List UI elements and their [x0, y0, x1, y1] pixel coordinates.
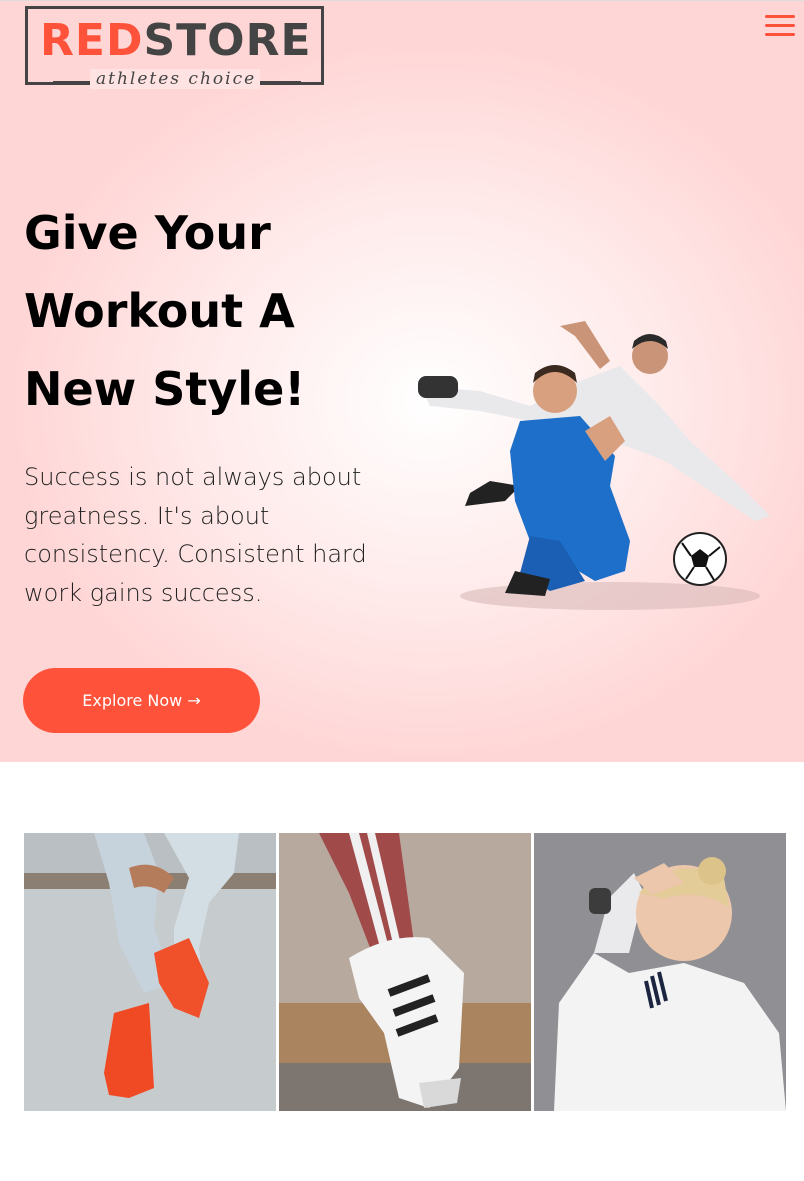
gallery-item[interactable] — [534, 833, 786, 1111]
logo-wordmark: REDSTORE — [40, 15, 312, 66]
headline-line-2: Workout A — [24, 284, 295, 338]
explore-now-button[interactable]: Explore Now → — [23, 668, 260, 733]
hero-subtext: Success is not always about greatness. I… — [24, 463, 367, 607]
headline-line-1: Give Your — [24, 206, 271, 260]
gallery-item[interactable] — [279, 833, 531, 1111]
hamburger-menu-icon[interactable] — [765, 13, 797, 39]
logo-tagline: athletes choice — [96, 69, 257, 89]
striped-sneaker-photo — [279, 833, 531, 1111]
red-sneakers-jeans-photo — [24, 833, 276, 1111]
gallery-item[interactable] — [24, 833, 276, 1111]
soccer-players-illustration — [418, 321, 770, 610]
hero-headline: Give Your Workout A New Style! — [24, 194, 404, 428]
gallery — [24, 833, 786, 1111]
hero-section: REDSTORE athletes choice Give Your Worko… — [0, 0, 804, 762]
logo[interactable]: REDSTORE athletes choice — [25, 6, 324, 89]
woman-white-hoodie-photo — [534, 833, 786, 1111]
headline-line-3: New Style! — [24, 362, 306, 416]
